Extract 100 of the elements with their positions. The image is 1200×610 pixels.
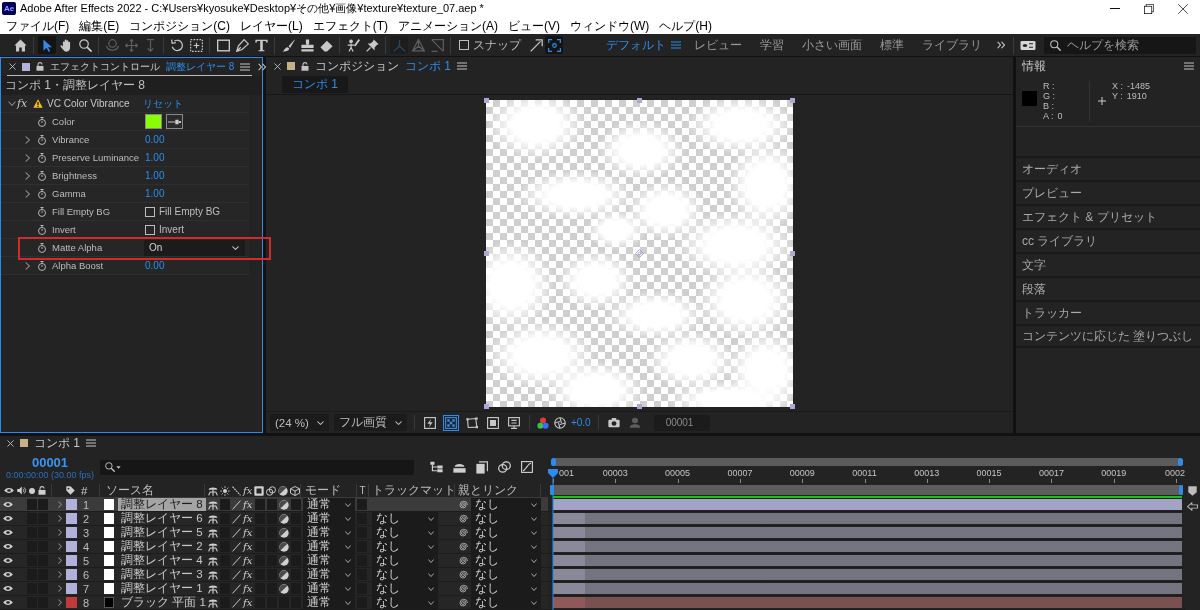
spiral-icon[interactable]: [458, 555, 468, 566]
dome-icon[interactable]: [453, 461, 466, 473]
stopwatch-icon[interactable]: [37, 206, 47, 217]
half-circle-icon[interactable]: [279, 499, 289, 510]
spiral-icon[interactable]: [458, 513, 468, 524]
checkbox[interactable]: [145, 206, 155, 217]
collapsed-panel-header[interactable]: 段落: [1016, 276, 1200, 300]
half-circle-icon[interactable]: [279, 541, 289, 552]
parent-dropdown[interactable]: なし: [471, 540, 541, 553]
chevron-right-icon[interactable]: [58, 529, 62, 536]
eye-icon[interactable]: [3, 599, 13, 606]
chevron-down-icon[interactable]: [8, 101, 16, 106]
slash-icon[interactable]: [232, 583, 241, 594]
zoom-dropdown[interactable]: (24 %): [270, 414, 329, 431]
effects-switch[interactable]: fx: [243, 583, 253, 594]
double-chevron-icon[interactable]: [997, 41, 1005, 49]
diamond-icon[interactable]: [635, 248, 644, 258]
layer-name[interactable]: 調整レイヤー 3: [118, 568, 206, 581]
snap-option-button[interactable]: [545, 36, 563, 54]
frame-stack-icon[interactable]: [476, 460, 488, 474]
collapsed-panel-header[interactable]: トラッカー: [1016, 300, 1200, 324]
blend-mode-dropdown[interactable]: 通常: [303, 498, 355, 511]
layer-name[interactable]: 調整レイヤー 8: [118, 498, 206, 511]
track-matte-dropdown[interactable]: なし: [372, 526, 438, 539]
label-color-swatch[interactable]: [66, 499, 77, 510]
spiral-icon[interactable]: [458, 597, 468, 608]
menu-icon[interactable]: [86, 439, 96, 447]
effects-switch[interactable]: fx: [243, 513, 253, 524]
collapsed-panel-header[interactable]: cc ライブラリ: [1016, 228, 1200, 252]
menu-item[interactable]: レイヤー(L): [235, 17, 308, 34]
comp-name-link[interactable]: コンポ 1: [405, 57, 451, 75]
label-color-swatch[interactable]: [66, 569, 77, 580]
property-value[interactable]: 1.00: [145, 170, 165, 181]
property-value[interactable]: 1.00: [145, 152, 165, 163]
blend-mode-dropdown[interactable]: 通常: [303, 596, 355, 609]
chevron-right-icon[interactable]: [24, 171, 30, 180]
curve-graph-icon[interactable]: [521, 461, 533, 473]
chevron-right-icon[interactable]: [58, 599, 62, 606]
stopwatch-icon[interactable]: [37, 224, 47, 235]
eyedropper-button[interactable]: [166, 114, 183, 129]
blend-mode-dropdown[interactable]: 通常: [303, 582, 355, 595]
spiral-icon[interactable]: [458, 527, 468, 538]
menu-item[interactable]: ウィンドウ(W): [565, 17, 655, 34]
parent-dropdown[interactable]: なし: [471, 568, 541, 581]
stopwatch-icon[interactable]: [37, 170, 47, 181]
region-of-interest-toggle[interactable]: [484, 414, 501, 431]
chevron-right-icon[interactable]: [58, 557, 62, 564]
pan-behind-tool[interactable]: [187, 36, 205, 54]
menu-item[interactable]: 編集(E): [74, 17, 125, 34]
eye-icon[interactable]: [3, 501, 13, 508]
workspace-tab[interactable]: 小さい画面: [793, 35, 871, 55]
solo-switch[interactable]: [27, 499, 37, 510]
close-icon[interactable]: [9, 63, 16, 70]
parent-dropdown[interactable]: なし: [471, 498, 541, 511]
help-search-field[interactable]: ヘルプを検索: [1044, 36, 1196, 54]
workspace-tab[interactable]: レビュー: [685, 35, 751, 55]
chevron-right-icon[interactable]: [24, 261, 30, 270]
stopwatch-icon[interactable]: [37, 260, 47, 271]
workspace-tab[interactable]: デフォルト: [597, 35, 671, 55]
label-color-swatch[interactable]: [66, 541, 77, 552]
collapsed-panel-header[interactable]: コンテンツに応じた 塗りつぶし: [1016, 324, 1200, 348]
work-area-start-handle[interactable]: [550, 485, 554, 495]
chevron-right-icon[interactable]: [58, 501, 62, 508]
workspace-tab[interactable]: ライブラリ: [913, 35, 991, 55]
parent-dropdown[interactable]: なし: [471, 596, 541, 609]
menu-item[interactable]: ヘルプ(H): [654, 17, 717, 34]
workspace-tab[interactable]: 学習: [751, 35, 793, 55]
layer-name[interactable]: 調整レイヤー 2: [118, 540, 206, 553]
chevron-right-icon[interactable]: [58, 543, 62, 550]
transform-handle[interactable]: [790, 250, 795, 256]
spiral-icon[interactable]: [458, 541, 468, 552]
slash-icon[interactable]: [232, 569, 241, 580]
resolution-dropdown[interactable]: フル画質: [333, 414, 407, 431]
stopwatch-icon[interactable]: [37, 116, 47, 127]
menu-icon[interactable]: [457, 62, 467, 70]
zoom-tool[interactable]: [76, 36, 94, 54]
layer-row[interactable]: 5 調整レイヤー 4 fx 通常 なし なし: [0, 554, 548, 568]
property-value[interactable]: 0.00: [145, 260, 165, 271]
checkbox[interactable]: [145, 224, 155, 235]
label-color-swatch[interactable]: [66, 527, 77, 538]
panel-title[interactable]: 情報: [1022, 57, 1046, 75]
effect-switch[interactable]: fx: [17, 97, 31, 110]
preserve-transparency-switch[interactable]: [357, 499, 367, 510]
home-button[interactable]: [11, 36, 29, 54]
label-color-swatch[interactable]: [66, 597, 77, 608]
menu-item[interactable]: アニメーション(A): [393, 17, 503, 34]
aperture-icon[interactable]: [553, 416, 566, 429]
eye-icon[interactable]: [3, 529, 13, 536]
clone-stamp-tool[interactable]: [298, 36, 316, 54]
fast-preview-toggle[interactable]: [421, 414, 438, 431]
parent-dropdown[interactable]: なし: [471, 582, 541, 595]
label-color-swatch[interactable]: [66, 513, 77, 524]
close-icon[interactable]: [7, 439, 14, 447]
hat-figure-icon[interactable]: [208, 569, 218, 580]
slash-icon[interactable]: [232, 513, 241, 524]
navigator-start-handle[interactable]: [551, 458, 556, 466]
collapse-switch[interactable]: [220, 499, 230, 510]
transform-handle[interactable]: [637, 403, 642, 409]
half-circle-icon[interactable]: [279, 583, 289, 594]
transform-handle[interactable]: [484, 97, 489, 103]
